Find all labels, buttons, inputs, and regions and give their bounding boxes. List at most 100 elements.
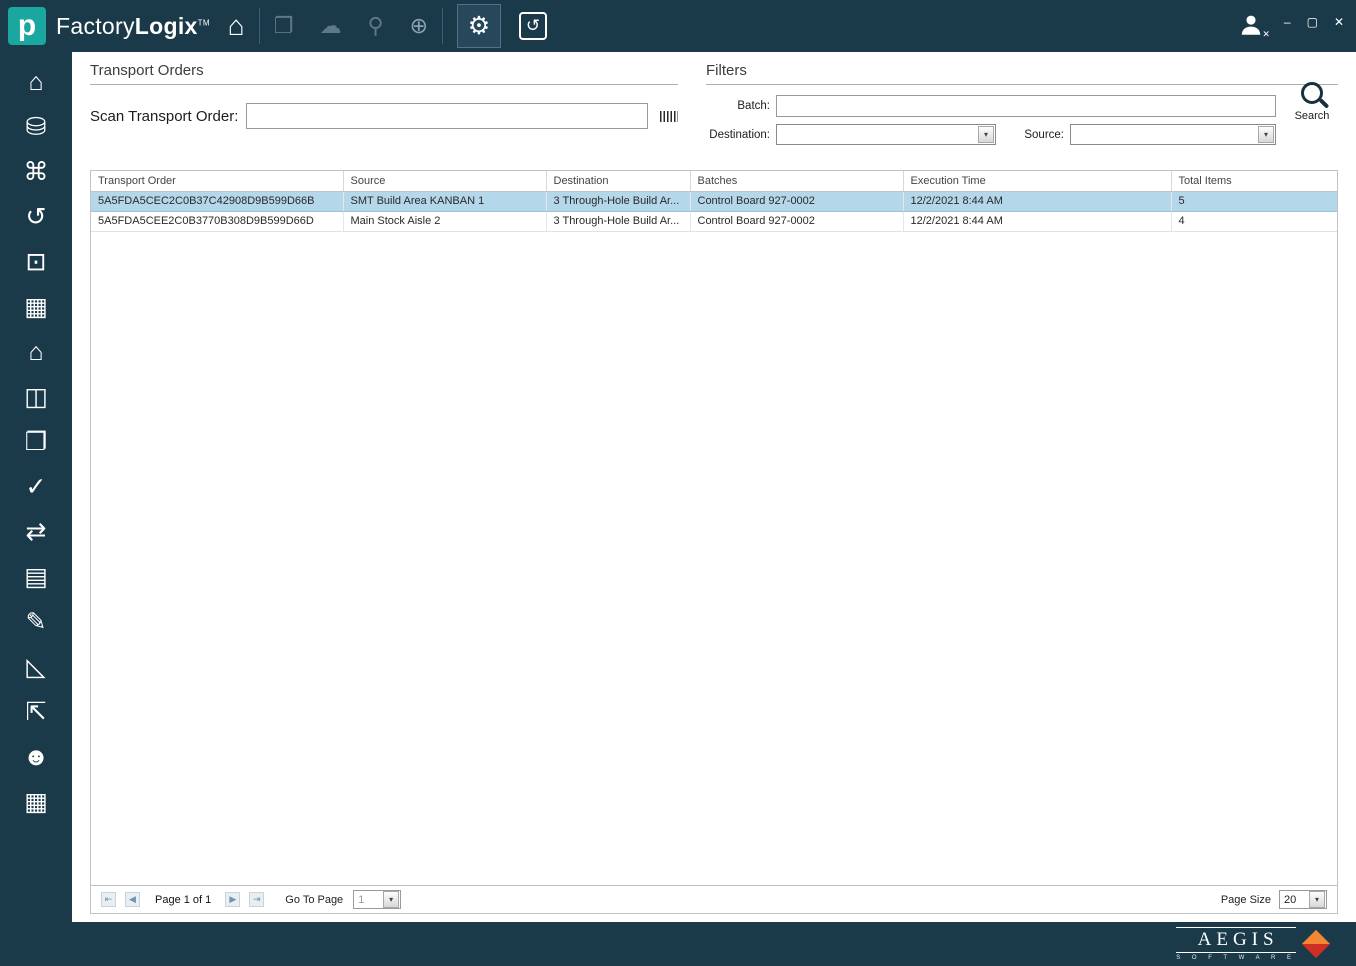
search-button-label: Search	[1294, 110, 1330, 122]
column-header[interactable]: Execution Time	[903, 171, 1172, 192]
table-cell: 4	[1171, 211, 1337, 232]
location-pin-icon[interactable]: ⚲	[367, 13, 383, 39]
sidebar: ⌂ ⛁ ⌘ ↺ ⊡ ▦ ⌂ ◫ ❐ ✓ ⇄ ▤ ✎ ◺ ⇱ ☻ ▦	[0, 52, 72, 922]
sidebar-item-table-search[interactable]: ▦	[16, 291, 56, 323]
brand-title: FactoryLogixTM	[56, 13, 210, 40]
last-page-button[interactable]: ⇥	[249, 892, 265, 907]
chevron-down-icon: ▾	[978, 126, 994, 143]
settings-tab-active[interactable]: ⚙	[457, 4, 502, 48]
user-question-icon: ☻	[22, 742, 50, 771]
table-cell: Control Board 927-0002	[690, 211, 904, 232]
window-controls: – ▢ ✕	[1284, 16, 1344, 28]
maximize-button[interactable]: ▢	[1307, 16, 1318, 28]
documents-icon[interactable]: ❐	[274, 13, 294, 39]
transport-orders-table-container: Transport Order Source Destination Batches E…	[90, 170, 1338, 914]
sidebar-item-home[interactable]: ⌂	[16, 66, 56, 98]
undo-icon: ↺	[525, 16, 541, 35]
column-header[interactable]: Total Items	[1171, 171, 1337, 192]
filters-title: Filters	[706, 62, 1338, 85]
table-row[interactable]: 5A5FDA5CEC2C0B37C42908D9B599D66B SMT Buil…	[91, 191, 1337, 212]
batch-input[interactable]	[776, 95, 1276, 117]
schedule-icon: ▦	[24, 788, 48, 816]
globe-icon[interactable]: ⊕	[410, 13, 428, 39]
page-indicator: Page 1 of 1	[155, 893, 212, 906]
logo-letter: p	[17, 9, 37, 42]
table-cell: 5A5FDA5CEE2C0B3770B308D9B599D66D	[91, 211, 344, 232]
column-header[interactable]: Destination	[546, 171, 691, 192]
chevron-down-icon: ▾	[1309, 891, 1325, 908]
verify-tasks-icon: ✓	[25, 473, 47, 501]
monitor-icon: ⊡	[25, 248, 47, 276]
transfer-items-icon: ⇄	[25, 518, 47, 546]
sidebar-item-warehouse[interactable]: ⌂	[16, 336, 56, 368]
sidebar-item-copy[interactable]: ❐	[16, 426, 56, 458]
filters-panel: Filters Batch: Destination: ▾ Source: ▾	[706, 62, 1338, 158]
home-icon[interactable]: ⌂	[228, 12, 245, 40]
table-header-row: Transport Order Source Destination Batches E…	[91, 171, 1337, 192]
pagination-bar: ⇤ ◀ Page 1 of 1 ▶ ⇥ Go To Page 1 ▾ Page …	[91, 885, 1337, 913]
topbar-nav-icons: ❐ ☁ ⚲ ⊕	[274, 13, 428, 39]
table-cell: 3 Through-Hole Build Ar...	[546, 211, 691, 232]
sidebar-item-design-check[interactable]: ◺	[16, 651, 56, 683]
cloud-icon[interactable]: ☁	[319, 13, 341, 39]
destination-select[interactable]: ▾	[776, 124, 996, 145]
table-cell: Control Board 927-0002	[690, 191, 904, 212]
sidebar-item-id-card[interactable]: ▤	[16, 561, 56, 593]
table-row[interactable]: 5A5FDA5CEE2C0B3770B308D9B599D66D Main Sto…	[91, 211, 1337, 232]
search-button[interactable]: Search	[1286, 82, 1338, 122]
table-cell: 12/2/2021 8:44 AM	[903, 191, 1172, 212]
book-icon: ◫	[24, 383, 48, 411]
reset-button[interactable]: ↺	[519, 12, 548, 40]
close-button[interactable]: ✕	[1334, 16, 1344, 28]
gear-icon: ⚙	[467, 12, 491, 40]
next-page-button[interactable]: ▶	[225, 892, 241, 907]
go-to-page-value: 1	[358, 893, 365, 906]
sidebar-item-monitor[interactable]: ⊡	[16, 246, 56, 278]
page-size-select[interactable]: 20 ▾	[1279, 890, 1327, 909]
source-label: Source:	[1024, 128, 1064, 141]
page-size-value: 20	[1284, 893, 1297, 906]
sidebar-item-book[interactable]: ◫	[16, 381, 56, 413]
transport-orders-table: Transport Order Source Destination Batches E…	[91, 171, 1337, 232]
sidebar-item-database-edit[interactable]: ⛁	[16, 111, 56, 143]
sidebar-item-transfer-items[interactable]: ⇄	[16, 516, 56, 548]
transport-orders-title: Transport Orders	[90, 62, 678, 85]
table-cell: 5A5FDA5CEC2C0B37C42908D9B599D66B	[91, 191, 344, 212]
destination-source-row: Destination: ▾ Source: ▾	[706, 124, 1338, 145]
undo-history-icon: ↺	[25, 203, 47, 231]
top-panels: Transport Orders Scan Transport Order: F…	[90, 62, 1338, 158]
go-to-page-input[interactable]: 1 ▾	[353, 890, 402, 909]
aegis-subtitle: S O F T W A R E	[1176, 955, 1296, 962]
previous-page-button[interactable]: ◀	[125, 892, 140, 907]
aegis-logo: AEGIS S O F T W A R E	[1176, 926, 1331, 962]
column-header[interactable]: Source	[343, 171, 547, 192]
brand-part2: Logix	[134, 12, 198, 39]
search-icon	[1301, 82, 1323, 104]
trademark: TM	[197, 17, 210, 27]
sidebar-item-user-question[interactable]: ☻	[16, 741, 56, 773]
barcode-icon	[660, 110, 678, 122]
document-edit-icon: ✎	[25, 608, 47, 636]
table-cell: 3 Through-Hole Build Ar...	[546, 191, 691, 212]
sidebar-item-document-edit[interactable]: ✎	[16, 606, 56, 638]
batch-filter-row: Batch:	[706, 95, 1338, 117]
sidebar-item-process-flow[interactable]: ⌘	[16, 156, 56, 188]
scan-transport-order-label: Scan Transport Order:	[90, 107, 239, 125]
go-to-page-label: Go To Page	[285, 893, 344, 906]
table-cell: Main Stock Aisle 2	[343, 211, 547, 232]
minimize-button[interactable]: –	[1284, 16, 1291, 28]
sidebar-item-undo-history[interactable]: ↺	[16, 201, 56, 233]
user-button[interactable]: ✕	[1238, 12, 1270, 40]
sidebar-item-verify-tasks[interactable]: ✓	[16, 471, 56, 503]
user-x-badge-icon: ✕	[1262, 29, 1270, 39]
column-header[interactable]: Batches	[690, 171, 904, 192]
scan-transport-order-input[interactable]	[246, 103, 648, 129]
first-page-button[interactable]: ⇤	[101, 892, 116, 907]
sidebar-item-package-return[interactable]: ⇱	[16, 696, 56, 728]
table-cell: 12/2/2021 8:44 AM	[903, 211, 1172, 232]
column-header[interactable]: Transport Order	[91, 171, 344, 192]
design-check-icon: ◺	[26, 653, 46, 681]
sidebar-item-schedule[interactable]: ▦	[16, 786, 56, 818]
source-select[interactable]: ▾	[1070, 124, 1276, 145]
toolbar-separator	[258, 8, 260, 44]
